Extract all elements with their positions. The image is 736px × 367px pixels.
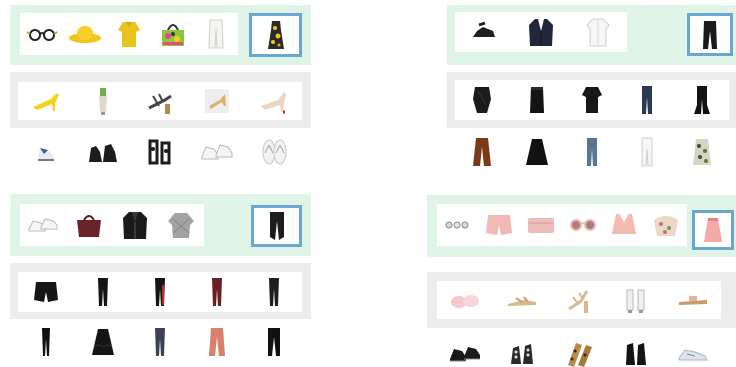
studded-brogue-icon[interactable] xyxy=(505,339,539,367)
panel-bottom-right xyxy=(420,190,736,367)
black-leather-jacket-icon[interactable] xyxy=(118,210,152,240)
candidate-row-1 xyxy=(437,281,721,319)
black-pencil-skirt-icon[interactable] xyxy=(520,85,554,115)
query-strip xyxy=(20,13,238,55)
black-a-line-skirt-icon[interactable] xyxy=(520,137,554,167)
black-red-stripe-pants-icon[interactable] xyxy=(143,277,177,307)
strappy-sandal-icon[interactable] xyxy=(143,86,177,116)
black-flared-pants-icon[interactable] xyxy=(685,85,719,115)
target-item-box[interactable] xyxy=(249,13,302,57)
coral-trousers-icon[interactable] xyxy=(200,327,234,357)
query-strip xyxy=(437,204,687,246)
sunglasses-icon[interactable] xyxy=(25,19,59,49)
floral-skirt-icon[interactable] xyxy=(685,137,719,167)
white-flip-flop-icon[interactable] xyxy=(257,137,291,167)
candidate-row-1 xyxy=(455,80,729,120)
floral-scarf-icon[interactable] xyxy=(649,210,683,240)
light-jeans-icon[interactable] xyxy=(575,137,609,167)
outfit-compatibility-grid xyxy=(0,0,736,367)
candidate-row-1 xyxy=(18,82,302,120)
black-straight-pants-icon[interactable] xyxy=(257,327,291,357)
black-booties-icon[interactable] xyxy=(619,339,653,367)
black-slim-pants-icon[interactable] xyxy=(257,277,291,307)
burgundy-tote-icon[interactable] xyxy=(72,210,106,240)
leopard-flat-icon[interactable] xyxy=(562,339,596,367)
floral-dress-icon[interactable] xyxy=(259,20,293,50)
bottle-heel-icon[interactable] xyxy=(86,86,120,116)
black-sneaker-icon[interactable] xyxy=(448,339,482,367)
tan-sandal-icon[interactable] xyxy=(200,86,234,116)
black-sandal-icon[interactable] xyxy=(143,137,177,167)
tan-flat-sandal-icon[interactable] xyxy=(505,285,539,315)
white-sneaker-icon[interactable] xyxy=(200,137,234,167)
pink-sunglasses-icon[interactable] xyxy=(566,210,600,240)
pink-skirt-icon[interactable] xyxy=(696,215,730,245)
candidate-row-2 xyxy=(455,132,729,172)
candidate-row-1 xyxy=(18,272,302,312)
query-strip xyxy=(20,204,204,246)
panel-top-right xyxy=(440,0,736,180)
white-shirt-icon[interactable] xyxy=(581,17,615,47)
black-skinny-pants-icon[interactable] xyxy=(86,277,120,307)
black-draped-skirt-icon[interactable] xyxy=(465,85,499,115)
target-item-box[interactable] xyxy=(692,210,734,250)
black-loafer-icon[interactable] xyxy=(467,17,501,47)
black-peplum-skirt-icon[interactable] xyxy=(575,85,609,115)
query-strip xyxy=(455,12,627,52)
floral-handbag-icon[interactable] xyxy=(156,19,190,49)
white-trousers-icon[interactable] xyxy=(199,19,233,49)
navy-blazer-icon[interactable] xyxy=(524,17,558,47)
target-item-box[interactable] xyxy=(687,13,733,56)
black-leggings-icon[interactable] xyxy=(29,327,63,357)
grey-skinny-jeans-icon[interactable] xyxy=(143,327,177,357)
black-shorts-icon[interactable] xyxy=(29,277,63,307)
pink-shorts-icon[interactable] xyxy=(482,210,516,240)
candidate-row-2 xyxy=(437,334,721,367)
silver-sneaker-icon[interactable] xyxy=(676,339,710,367)
candidate-row-2 xyxy=(18,132,302,172)
black-joggers-icon[interactable] xyxy=(260,211,294,241)
tan-slide-icon[interactable] xyxy=(676,285,710,315)
grey-knit-sweater-icon[interactable] xyxy=(164,210,198,240)
burgundy-pants-icon[interactable] xyxy=(200,277,234,307)
panel-top-left xyxy=(0,0,320,180)
white-jeans-icon[interactable] xyxy=(630,137,664,167)
pearl-earrings-icon[interactable] xyxy=(441,210,475,240)
white-sneakers-icon[interactable] xyxy=(26,210,60,240)
panel-bottom-left xyxy=(0,190,320,367)
black-ruffle-skirt-icon[interactable] xyxy=(86,327,120,357)
clear-heel-icon[interactable] xyxy=(619,285,653,315)
target-item-box[interactable] xyxy=(251,205,302,247)
black-trousers-icon[interactable] xyxy=(693,20,727,50)
nude-pump-icon[interactable] xyxy=(257,86,291,116)
blue-trainer-icon[interactable] xyxy=(29,137,63,167)
pink-clutch-icon[interactable] xyxy=(524,210,558,240)
pink-slipper-icon[interactable] xyxy=(448,285,482,315)
black-ankle-boot-icon[interactable] xyxy=(86,137,120,167)
dark-jeans-icon[interactable] xyxy=(630,85,664,115)
pink-crop-top-icon[interactable] xyxy=(607,210,641,240)
candidate-row-2 xyxy=(18,322,302,362)
sun-hat-icon[interactable] xyxy=(68,19,102,49)
yellow-blouse-icon[interactable] xyxy=(112,19,146,49)
yellow-heels-icon[interactable] xyxy=(29,86,63,116)
nude-heel-sandal-icon[interactable] xyxy=(562,285,596,315)
rust-wide-pants-icon[interactable] xyxy=(465,137,499,167)
